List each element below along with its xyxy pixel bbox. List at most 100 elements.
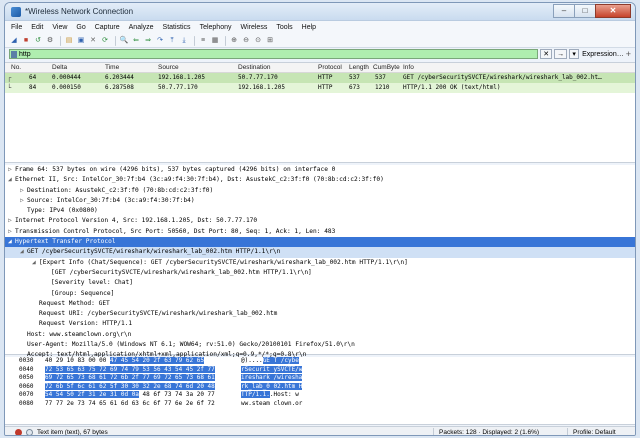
detail-row[interactable]: ◢ Hypertext Transfer Protocol	[5, 237, 635, 248]
stop-icon[interactable]: ■	[21, 36, 31, 46]
detail-row[interactable]: ▷ Frame 64: 537 bytes on wire (4296 bits)…	[5, 165, 635, 175]
menu-file[interactable]: File	[11, 24, 22, 31]
menu-statistics[interactable]: Statistics	[163, 24, 191, 31]
hex-row[interactable]: 0070 54 54 50 2f 31 2e 31 0d 0a 48 6f 73 …	[5, 391, 635, 400]
detail-row[interactable]: ◢ GET /cyberSecuritySVCTE/wireshark/wires…	[5, 247, 635, 258]
detail-row[interactable]: Request URI: /cyberSecuritySVCTE/wiresha…	[5, 309, 635, 319]
forward-icon[interactable]: ⇒	[143, 36, 153, 46]
expanded-arrow-icon[interactable]: ◢	[8, 175, 15, 185]
toolbar-separator	[60, 35, 61, 46]
detail-row[interactable]: Type: IPv4 (0x0800)	[5, 206, 635, 216]
detail-row[interactable]: ▷ Destination: AsustekC_c2:3f:f0 (70:8b:c…	[5, 186, 635, 196]
collapsed-arrow-icon[interactable]: ▷	[8, 216, 15, 226]
hex-bytes-sel: 72 6b 5f 6c 61 62 5f 30 30 32 2e 68 74 6…	[45, 382, 215, 390]
first-icon[interactable]: ⤒	[167, 36, 177, 46]
hex-row[interactable]: 0050 69 72 65 73 68 61 72 6b 2f 77 69 72 …	[5, 374, 635, 383]
fin-icon[interactable]: ◢	[9, 36, 19, 46]
packet-cell-src: 50.7.77.170	[158, 84, 198, 91]
collapsed-arrow-icon[interactable]: ▷	[8, 165, 15, 175]
expanded-arrow-icon[interactable]: ◢	[32, 258, 39, 268]
minimize-button[interactable]: –	[553, 4, 575, 18]
filter-history-dropdown[interactable]: ▾	[569, 49, 580, 59]
menu-telephony[interactable]: Telephony	[200, 24, 232, 31]
expression-button[interactable]: Expression…	[582, 51, 624, 58]
menu-tools[interactable]: Tools	[276, 24, 292, 31]
expanded-arrow-icon[interactable]: ◢	[20, 247, 27, 257]
detail-row[interactable]: ▷ Source: IntelCor_30:7f:b4 (3c:a9:f4:30:…	[5, 196, 635, 206]
col-cumbyte[interactable]: CumByte	[373, 64, 400, 71]
detail-text: [Severity level: Chat]	[51, 279, 133, 287]
menu-go[interactable]: Go	[76, 24, 85, 31]
detail-row[interactable]: Request Version: HTTP/1.1	[5, 319, 635, 329]
col-protocol[interactable]: Protocol	[318, 64, 342, 71]
col-source[interactable]: Source	[158, 64, 179, 71]
detail-row[interactable]: User-Agent: Mozilla/5.0 (Windows NT 6.1;…	[5, 340, 635, 350]
hex-bytes-pre: 77 77 2e 73 74 65 61 6d 63 6c 6f 77 6e 2…	[45, 399, 215, 407]
zoom-out-icon[interactable]: ⊖	[241, 36, 251, 46]
detail-text: Frame 64: 537 bytes on wire (4296 bits),…	[15, 166, 336, 173]
hex-row[interactable]: 0030 40 29 10 83 00 00 47 45 54 20 2f 63 …	[5, 357, 635, 366]
options-icon[interactable]: ⚙	[45, 36, 55, 46]
clear-filter-button[interactable]: ✕	[540, 49, 553, 59]
packet-relation-icon: ┌	[7, 74, 12, 82]
wireshark-logo-icon	[11, 7, 21, 17]
collapsed-arrow-icon[interactable]: ▷	[20, 196, 27, 206]
menu-help[interactable]: Help	[302, 24, 316, 31]
last-icon[interactable]: ⤓	[179, 36, 189, 46]
expanded-arrow-icon[interactable]: ◢	[8, 237, 15, 247]
detail-row[interactable]: ▷ Transmission Control Protocol, Src Port…	[5, 227, 635, 237]
goto-icon[interactable]: ↷	[155, 36, 165, 46]
detail-row[interactable]: [Group: Sequence]	[5, 289, 635, 299]
packet-cell-info: HTTP/1.1 200 OK (text/html)	[403, 84, 501, 91]
close-button[interactable]: ✕	[595, 4, 631, 18]
col-delta[interactable]: Delta	[52, 64, 67, 71]
hex-row[interactable]: 0080 77 77 2e 73 74 65 61 6d 63 6c 6f 77 …	[5, 399, 635, 409]
find-icon[interactable]: 🔍	[119, 36, 129, 46]
menu-wireless[interactable]: Wireless	[240, 24, 267, 31]
resize-columns-icon[interactable]: ⊞	[265, 36, 275, 46]
autoscroll-icon[interactable]: ≡	[198, 36, 208, 46]
menu-bar: File Edit View Go Capture Analyze Statistics Te…	[5, 21, 635, 34]
reload-icon[interactable]: ⟳	[100, 36, 110, 46]
menu-edit[interactable]: Edit	[31, 24, 43, 31]
col-no[interactable]: No.	[11, 64, 21, 71]
menu-view[interactable]: View	[52, 24, 67, 31]
restart-icon[interactable]: ↺	[33, 36, 43, 46]
back-icon[interactable]: ⇐	[131, 36, 141, 46]
zoom-reset-icon[interactable]: ⊙	[253, 36, 263, 46]
detail-row[interactable]: [GET /cyberSecuritySVCTE/wireshark/wires…	[5, 268, 635, 278]
detail-row[interactable]: ▷ Internet Protocol Version 4, Src: 192.1…	[5, 216, 635, 226]
capture-comment-icon[interactable]	[26, 429, 33, 435]
detail-row[interactable]: Request Method: GET	[5, 299, 635, 309]
detail-row[interactable]: Host: www.steamclown.org\r\n	[5, 330, 635, 340]
profile-label[interactable]: Profile: Default	[573, 429, 616, 435]
maximize-button[interactable]: □	[574, 4, 596, 18]
menu-analyze[interactable]: Analyze	[129, 24, 154, 31]
display-filter-input[interactable]	[9, 49, 539, 59]
packet-row[interactable]: └ 84 0.000150 6.287508 50.7.77.170 192.168.1.…	[5, 83, 635, 93]
hex-bytes: 69 72 65 73 68 61 72 6b 2f 77 69 72 65 7…	[45, 374, 215, 383]
expert-info-icon[interactable]	[15, 429, 22, 435]
zoom-in-icon[interactable]: ⊕	[229, 36, 239, 46]
hex-row[interactable]: 0040 72 53 65 63 75 72 69 74 79 53 56 43 …	[5, 365, 635, 375]
detail-row[interactable]: [Severity level: Chat]	[5, 278, 635, 288]
col-destination[interactable]: Destination	[238, 64, 271, 71]
add-filter-button[interactable]: +	[626, 49, 631, 59]
menu-capture[interactable]: Capture	[95, 24, 120, 31]
detail-row[interactable]: ◢ Ethernet II, Src: IntelCor_30:7f:b4 (3c…	[5, 175, 635, 185]
filter-bookmark-icon[interactable]	[11, 51, 17, 58]
hex-row[interactable]: 0060 72 6b 5f 6c 61 62 5f 30 30 32 2e 68 …	[5, 382, 635, 392]
open-icon[interactable]: ▤	[64, 36, 74, 46]
packet-row[interactable]: ┌ 64 0.000444 6.203444 192.168.1.205 50.7.77.…	[5, 73, 635, 83]
colorize-icon[interactable]: ▦	[210, 36, 220, 46]
collapsed-arrow-icon[interactable]: ▷	[20, 186, 27, 196]
save-icon[interactable]: ▣	[76, 36, 86, 46]
collapsed-arrow-icon[interactable]: ▷	[8, 227, 15, 237]
packet-cell-cum: 537	[375, 74, 386, 81]
col-length[interactable]: Length	[349, 64, 369, 71]
col-info[interactable]: Info	[403, 64, 414, 71]
apply-filter-button[interactable]: →	[554, 49, 568, 59]
detail-row[interactable]: ◢ [Expert Info (Chat/Sequence): GET /cybe…	[5, 258, 635, 268]
close-file-icon[interactable]: ✕	[88, 36, 98, 46]
col-time[interactable]: Time	[105, 64, 119, 71]
